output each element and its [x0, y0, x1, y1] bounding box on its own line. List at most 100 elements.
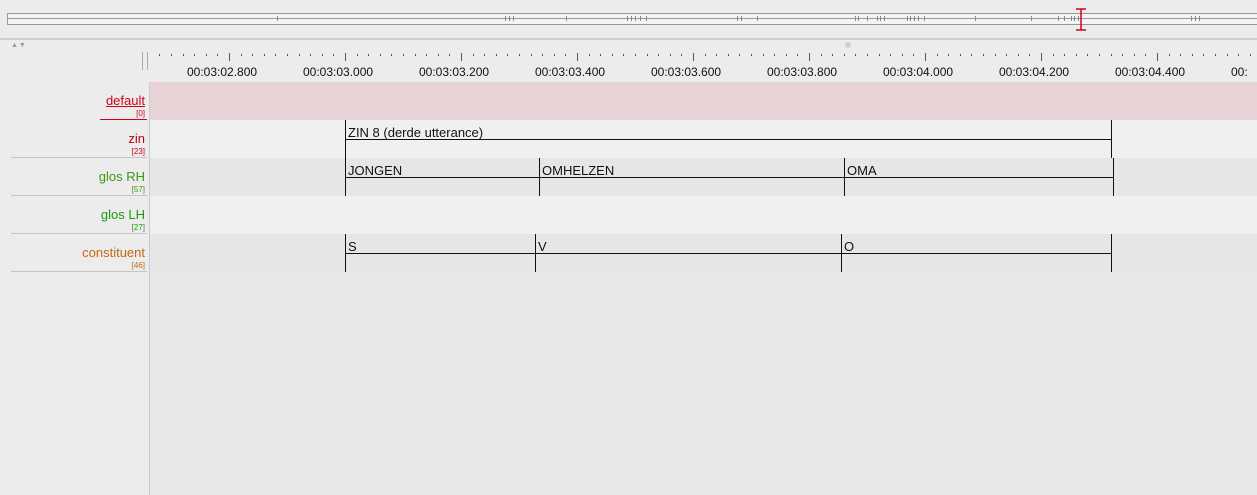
ruler-knob[interactable] [845, 42, 851, 48]
overview-track[interactable] [7, 13, 1257, 25]
annotation-boundary[interactable] [535, 234, 536, 272]
text-cursor-icon[interactable] [1075, 8, 1087, 31]
ruler-tick [1169, 54, 1170, 56]
tier-row-default[interactable] [150, 82, 1257, 120]
ruler-tick [194, 54, 195, 56]
annotation-boundary[interactable] [1113, 158, 1114, 196]
overview-tick [513, 16, 514, 21]
overview-tick [1195, 16, 1196, 21]
tier-label-default[interactable]: default [0] [0, 82, 147, 120]
ruler-tick [368, 54, 369, 56]
overview-tick [646, 16, 647, 21]
ruler-tick [739, 54, 740, 56]
ruler-tick [1006, 54, 1007, 56]
overview-tick [910, 16, 911, 21]
ruler-label: 00:03:03.800 [767, 65, 838, 79]
ruler-tick [797, 54, 798, 56]
ruler-tick [1134, 54, 1135, 56]
annotation-text: OMHELZEN [542, 163, 615, 178]
overview-tick [741, 16, 742, 21]
overview-tick [505, 16, 506, 21]
ruler-tick [647, 54, 648, 56]
ruler-tick [333, 54, 334, 56]
annotation-boundary[interactable] [1111, 120, 1112, 158]
ruler-tick [206, 54, 207, 56]
ruler-tick [589, 54, 590, 56]
time-ruler[interactable]: )00:03:02.80000:03:03.00000:03:03.20000:… [150, 40, 1257, 82]
ruler-tick [995, 54, 996, 56]
ruler-label: 00:03:04.400 [1115, 65, 1186, 79]
overview-tick [1031, 16, 1032, 21]
overview-tick [855, 16, 856, 21]
annotation-boundary[interactable] [844, 158, 845, 196]
ruler-tick [844, 54, 845, 56]
annotation-text: JONGEN [348, 163, 403, 178]
tier-label-glos-rh[interactable]: glos RH [57] [0, 158, 147, 196]
ruler-tick [1064, 54, 1065, 56]
ruler-tick [1238, 54, 1239, 56]
overview-tick [858, 16, 859, 21]
tier-row-glos-lh[interactable] [150, 196, 1257, 234]
tier-name: glos LH [100, 207, 145, 222]
ruler-tick [1157, 53, 1158, 61]
ruler-tick [879, 54, 880, 56]
annotation-tiers[interactable]: ZIN 8 (derde utterance) JONGEN OMHELZEN OMA… [150, 82, 1257, 495]
annotation-span [345, 253, 535, 254]
collapse-arrows-icon[interactable]: ▲▼ [11, 42, 27, 49]
overview-midline [7, 18, 1257, 19]
ruler-tick [507, 54, 508, 56]
ruler-tick [287, 54, 288, 56]
splitter-grip-icon[interactable] [142, 52, 148, 70]
ruler-tick [577, 53, 578, 61]
ruler-tick [809, 53, 810, 61]
overview-tick [867, 16, 868, 21]
ruler-tick [159, 54, 160, 56]
ruler-tick [484, 54, 485, 56]
ruler-label: 00:03:03.400 [535, 65, 606, 79]
ruler-label: 00:03:03.200 [419, 65, 490, 79]
ruler-tick [403, 54, 404, 56]
ruler-tick [1041, 53, 1042, 61]
annotation-boundary[interactable] [841, 234, 842, 272]
ruler-tick [415, 54, 416, 56]
tier-row-glos-rh[interactable]: JONGEN OMHELZEN OMA [150, 158, 1257, 196]
annotation-span [535, 253, 841, 254]
ruler-tick [705, 54, 706, 56]
tier-row-zin[interactable]: ZIN 8 (derde utterance) [150, 120, 1257, 158]
ruler-tick [565, 54, 566, 56]
tier-label-glos-lh[interactable]: glos LH [27] [0, 196, 147, 234]
overview-tick [566, 16, 567, 21]
overview-tick [877, 16, 878, 21]
ruler-tick [1099, 54, 1100, 56]
annotation-boundary[interactable] [1111, 234, 1112, 272]
annotation-boundary[interactable] [345, 120, 346, 158]
ruler-tick [426, 54, 427, 56]
ruler-tick [832, 54, 833, 56]
ruler-tick [960, 54, 961, 56]
ruler-tick [554, 54, 555, 56]
timeline-overview[interactable] [0, 0, 1257, 38]
ruler-tick [902, 54, 903, 56]
annotation-span [844, 177, 1113, 178]
annotation-boundary[interactable] [345, 158, 346, 196]
ruler-tick [241, 54, 242, 56]
tier-name: glos RH [98, 169, 145, 184]
ruler-tick [786, 54, 787, 56]
annotation-boundary[interactable] [539, 158, 540, 196]
annotation-boundary[interactable] [345, 234, 346, 272]
ruler-tick [183, 54, 184, 56]
ruler-tick [716, 54, 717, 56]
ruler-tick [438, 54, 439, 56]
tier-annotation-count: [0] [136, 109, 145, 118]
tier-label-zin[interactable]: zin [23] [0, 120, 147, 158]
ruler-tick [449, 54, 450, 56]
overview-tick [907, 16, 908, 21]
ruler-tick [542, 54, 543, 56]
tier-row-constituent[interactable]: SVO [150, 234, 1257, 272]
ruler-tick [264, 54, 265, 56]
overview-tick [1064, 16, 1065, 21]
ruler-tick [1250, 54, 1251, 56]
tier-name: default [105, 93, 145, 108]
tier-label-constituent[interactable]: constituent [46] [0, 234, 147, 272]
ruler-tick [751, 54, 752, 56]
